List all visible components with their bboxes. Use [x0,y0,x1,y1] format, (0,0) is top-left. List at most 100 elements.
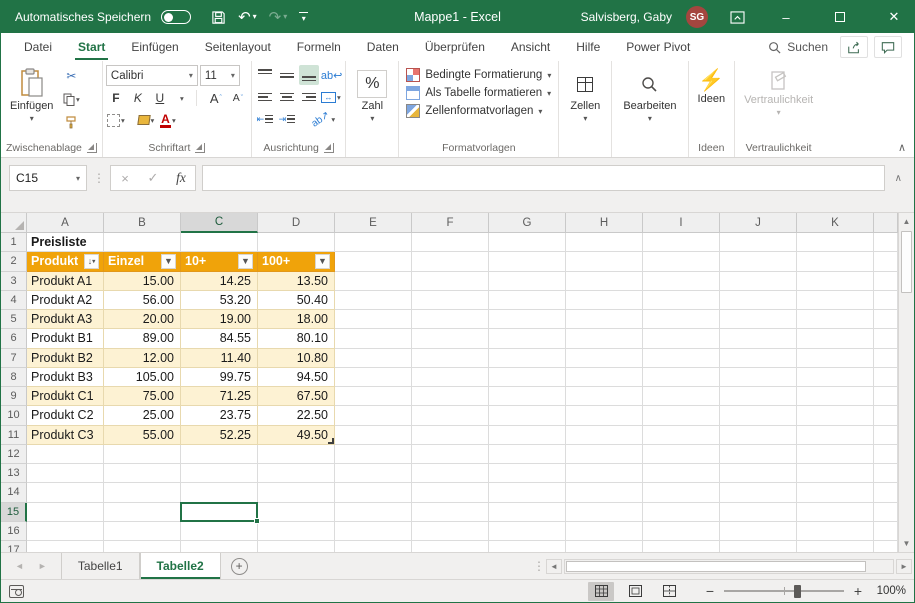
cell-D10[interactable]: 22.50 [258,406,335,425]
cell-K1[interactable] [797,233,874,252]
cell-B9[interactable]: 75.00 [104,387,181,406]
cell-B11[interactable]: 55.00 [104,426,181,445]
decrease-indent-button[interactable]: ⇤ [255,109,275,129]
cell-J4[interactable] [720,291,797,310]
formula-input[interactable] [202,165,885,191]
cell-E16[interactable] [335,522,412,541]
cell-I5[interactable] [643,310,720,329]
fill-handle[interactable] [254,518,260,524]
paste-button[interactable]: Einfügen ▾ [4,64,59,123]
number-format-button[interactable]: % Zahl ▾ [349,64,395,123]
cell-C12[interactable] [181,445,258,464]
cell-C9[interactable]: 71.25 [181,387,258,406]
cell-K8[interactable] [797,368,874,387]
cell-styles-button[interactable]: Zellenformatvorlagen▾ [406,104,551,118]
cell-C8[interactable]: 99.75 [181,368,258,387]
row-header-2[interactable]: 2 [1,252,27,271]
borders-button[interactable]: ▾ [106,110,126,130]
editing-button[interactable]: Bearbeiten ▾ [615,64,684,123]
cell-B3[interactable]: 15.00 [104,272,181,291]
cell-I7[interactable] [643,349,720,368]
cell-partial17[interactable] [874,541,898,552]
cell-H17[interactable] [566,541,643,552]
normal-view-button[interactable] [588,582,614,601]
cell-J17[interactable] [720,541,797,552]
ribbon-tab-ansicht[interactable]: Ansicht [498,33,563,61]
font-dialog-launcher[interactable] [195,143,205,153]
underline-dropdown[interactable]: ▾ [172,88,192,108]
column-header-D[interactable]: D [258,213,335,233]
save-button[interactable] [211,10,226,25]
cell-G15[interactable] [489,503,566,522]
font-name-select[interactable]: Calibri▾ [106,65,198,86]
align-middle-button[interactable] [277,65,297,85]
cell-F17[interactable] [412,541,489,552]
cell-F11[interactable] [412,426,489,445]
zoom-in-button[interactable]: + [852,583,864,599]
cell-K12[interactable] [797,445,874,464]
cell-G8[interactable] [489,368,566,387]
cell-G2[interactable] [489,252,566,271]
cell-C7[interactable]: 11.40 [181,349,258,368]
cell-D17[interactable] [258,541,335,552]
ribbon-display-options-button[interactable] [722,11,752,24]
cell-partial13[interactable] [874,464,898,483]
cell-F4[interactable] [412,291,489,310]
search-box[interactable]: Suchen [756,33,840,61]
page-break-preview-button[interactable] [656,582,682,601]
redo-button[interactable]: ↷▾ [269,10,288,25]
comments-button[interactable] [874,36,902,58]
ideas-button[interactable]: ⚡ Ideen [692,64,732,105]
table-resize-handle[interactable] [328,438,334,444]
format-as-table-button[interactable]: Als Tabelle formatieren▾ [406,86,551,100]
cell-G10[interactable] [489,406,566,425]
sheet-tab-tabelle1[interactable]: Tabelle1 [61,553,140,579]
cell-D9[interactable]: 67.50 [258,387,335,406]
cell-B8[interactable]: 105.00 [104,368,181,387]
cell-A3[interactable]: Produkt A1 [27,272,104,291]
ribbon-tab-hilfe[interactable]: Hilfe [563,33,613,61]
cut-button[interactable]: ✂ [61,66,81,86]
cell-F13[interactable] [412,464,489,483]
clipboard-dialog-launcher[interactable] [87,143,97,153]
cell-J13[interactable] [720,464,797,483]
cell-E11[interactable] [335,426,412,445]
cell-D11[interactable]: 49.50 [258,426,335,445]
cell-H5[interactable] [566,310,643,329]
cell-I10[interactable] [643,406,720,425]
cell-E15[interactable] [335,503,412,522]
cell-I15[interactable] [643,503,720,522]
cell-partial8[interactable] [874,368,898,387]
cell-H9[interactable] [566,387,643,406]
column-header-F[interactable]: F [412,213,489,233]
cell-partial12[interactable] [874,445,898,464]
cell-partial16[interactable] [874,522,898,541]
cell-J7[interactable] [720,349,797,368]
cell-C16[interactable] [181,522,258,541]
previous-sheet-button[interactable]: ◄ [15,561,24,571]
cell-A5[interactable]: Produkt A3 [27,310,104,329]
cell-H3[interactable] [566,272,643,291]
cell-D6[interactable]: 80.10 [258,329,335,348]
cell-I17[interactable] [643,541,720,552]
cancel-entry-button[interactable]: × [111,166,139,190]
cell-J14[interactable] [720,483,797,502]
cell-A8[interactable]: Produkt B3 [27,368,104,387]
user-name[interactable]: Salvisberg, Gaby [581,10,672,24]
collapse-formula-bar-button[interactable]: ∧ [891,173,906,184]
ribbon-tab-seitenlayout[interactable]: Seitenlayout [192,33,284,61]
cell-I13[interactable] [643,464,720,483]
cell-partial2[interactable] [874,252,898,271]
ribbon-tab-power-pivot[interactable]: Power Pivot [613,33,703,61]
alignment-dialog-launcher[interactable] [324,143,334,153]
cell-C5[interactable]: 19.00 [181,310,258,329]
cell-I12[interactable] [643,445,720,464]
cell-A10[interactable]: Produkt C2 [27,406,104,425]
cell-J6[interactable] [720,329,797,348]
formula-bar-grip[interactable]: ⋮ [93,171,104,185]
ribbon-tab-datei[interactable]: Datei [11,33,65,61]
font-size-select[interactable]: 11▾ [200,65,240,86]
column-header-A[interactable]: A [27,213,104,233]
cell-A14[interactable] [27,483,104,502]
cell-partial14[interactable] [874,483,898,502]
